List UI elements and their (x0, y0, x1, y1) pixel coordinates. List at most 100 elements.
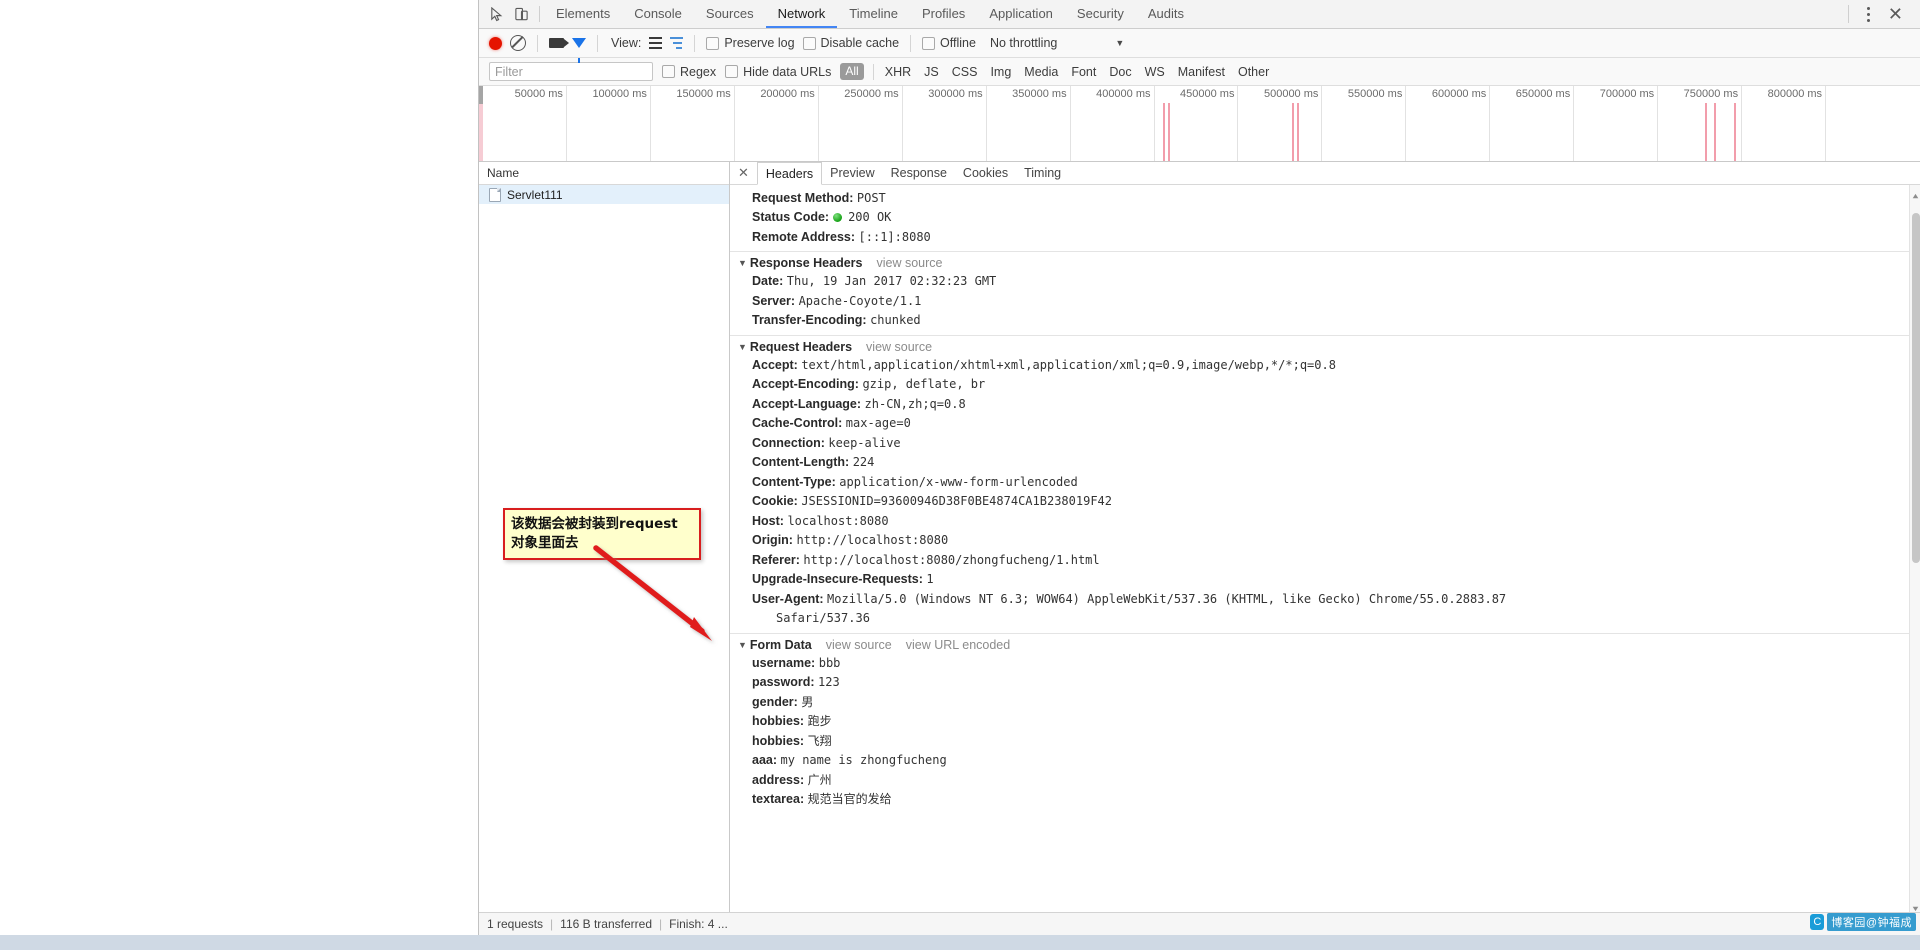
headers-scroll-area[interactable]: Request URL: http://localhost:8080/zhong… (730, 185, 1920, 912)
throttling-select[interactable]: No throttling ▼ (984, 36, 1124, 50)
preserve-log-checkbox[interactable]: Preserve log (706, 36, 795, 50)
form-field-address: address: 广州 (730, 771, 1920, 791)
requests-column-header[interactable]: Name (479, 162, 729, 185)
timeline-tick: 750000 ms (1658, 86, 1743, 161)
request-headers-section-header[interactable]: ▼ Request Headers view source (730, 334, 1920, 356)
scroll-up-arrow-icon[interactable] (1912, 189, 1919, 199)
field-name: textarea: (752, 792, 805, 806)
scroll-down-arrow-icon[interactable] (1912, 901, 1919, 912)
offline-checkbox[interactable]: Offline (922, 36, 976, 50)
inspect-element-icon[interactable] (489, 6, 504, 22)
view-source-link[interactable]: view source (876, 256, 942, 270)
view-source-link[interactable]: view source (826, 638, 892, 652)
tabbar-right-controls: ✕ (1840, 0, 1920, 28)
view-url-encoded-link[interactable]: view URL encoded (906, 638, 1010, 652)
headers-content[interactable]: Request URL: http://localhost:8080/zhong… (730, 185, 1920, 912)
close-details-icon[interactable]: ✕ (730, 162, 757, 184)
annotation-callout: 该数据会被封装到request 对象里面去 (503, 508, 701, 560)
field-value: 200 OK (848, 210, 892, 224)
type-filter-font[interactable]: Font (1069, 65, 1098, 79)
field-name: Date: (752, 274, 784, 288)
tab-timing[interactable]: Timing (1016, 162, 1069, 184)
request-header-accept: Accept: text/html,application/xhtml+xml,… (730, 356, 1920, 376)
tab-audits[interactable]: Audits (1136, 0, 1196, 28)
timeline-tick: 600000 ms (1406, 86, 1491, 161)
close-icon[interactable]: ✕ (1880, 5, 1911, 23)
tab-timeline[interactable]: Timeline (837, 0, 910, 28)
type-filter-all[interactable]: All (840, 63, 864, 80)
field-value: http://localhost:8080/zhongfucheng/1.htm… (803, 552, 1100, 567)
tab-headers[interactable]: Headers (756, 162, 823, 185)
request-header-user-agent: User-Agent: Mozilla/5.0 (Windows NT 6.3;… (730, 590, 1920, 610)
request-name: Servlet111 (507, 187, 563, 202)
tab-response[interactable]: Response (883, 162, 955, 184)
clear-icon[interactable] (510, 35, 526, 51)
type-filter-css[interactable]: CSS (950, 65, 980, 79)
general-request-method: Request Method: POST (730, 189, 1920, 209)
list-view-icon[interactable] (649, 36, 663, 50)
scrollbar-thumb[interactable] (1911, 213, 1920, 563)
timeline-ruler: 50000 ms 100000 ms 150000 ms 200000 ms 25000… (479, 86, 1920, 161)
chevron-down-icon: ▼ (1115, 38, 1125, 48)
tab-preview[interactable]: Preview (822, 162, 882, 184)
filter-icon[interactable] (572, 38, 586, 63)
tab-elements[interactable]: Elements (544, 0, 622, 28)
tab-label: Console (634, 5, 682, 21)
regex-checkbox[interactable]: Regex (662, 65, 716, 79)
network-overview-timeline[interactable]: 50000 ms 100000 ms 150000 ms 200000 ms 25000… (479, 86, 1920, 162)
view-label: View: (611, 36, 642, 50)
hide-data-urls-label: Hide data URLs (743, 64, 832, 79)
view-source-link[interactable]: view source (866, 340, 932, 354)
form-data-section-header[interactable]: ▼ Form Data view source view URL encoded (730, 632, 1920, 654)
tab-profiles[interactable]: Profiles (910, 0, 977, 28)
disable-cache-checkbox[interactable]: Disable cache (802, 36, 899, 50)
type-filter-js[interactable]: JS (922, 65, 941, 79)
field-name: Status Code: (752, 210, 830, 224)
field-value: http://localhost:8080 (796, 533, 949, 547)
field-value: my name is zhongfucheng (780, 753, 947, 767)
timeline-tick: 800000 ms (1742, 86, 1827, 161)
more-options-icon[interactable] (1859, 3, 1878, 26)
type-filter-xhr[interactable]: XHR (883, 65, 913, 79)
request-header-referer: Referer: http://localhost:8080/zhongfuch… (730, 551, 1920, 571)
tab-cookies[interactable]: Cookies (955, 162, 1016, 184)
field-value: 224 (852, 455, 875, 469)
tab-security[interactable]: Security (1065, 0, 1136, 28)
filter-input[interactable]: Filter (489, 62, 653, 81)
tab-label: Elements (556, 5, 611, 21)
field-value: Thu, 19 Jan 2017 02:32:23 GMT (786, 274, 997, 288)
details-scrollbar[interactable] (1909, 185, 1920, 912)
record-icon[interactable] (489, 36, 502, 50)
checkbox-box (922, 36, 936, 50)
toggle-device-toolbar-icon[interactable] (514, 7, 529, 22)
filter-placeholder: Filter (495, 64, 523, 79)
overview-left-resizer[interactable] (479, 86, 483, 104)
hide-data-urls-checkbox[interactable]: Hide data URLs (725, 65, 831, 79)
field-name: Transfer-Encoding: (752, 313, 867, 327)
table-row[interactable]: Servlet111 (479, 185, 729, 204)
response-headers-section-header[interactable]: ▼ Response Headers view source (730, 251, 1920, 272)
type-filter-media[interactable]: Media (1022, 65, 1060, 79)
status-finish: Finish: 4 ... (669, 917, 728, 931)
tab-network[interactable]: Network (765, 0, 838, 28)
tab-application[interactable]: Application (977, 0, 1065, 28)
status-ok-icon (832, 213, 842, 222)
type-filter-ws[interactable]: WS (1143, 65, 1167, 79)
field-name: Referer: (752, 552, 800, 567)
field-name: hobbies: (752, 733, 805, 748)
tab-console[interactable]: Console (622, 0, 694, 28)
field-name: Remote Address: (752, 229, 856, 244)
type-filter-other[interactable]: Other (1236, 65, 1271, 79)
field-name: Host: (752, 513, 784, 528)
waterfall-view-icon[interactable] (670, 36, 684, 50)
request-header-content-length: Content-Length: 224 (730, 453, 1920, 473)
type-filter-manifest[interactable]: Manifest (1176, 65, 1227, 79)
type-filter-img[interactable]: Img (988, 65, 1013, 79)
field-value: 规范当官的发给 (807, 792, 892, 806)
devtools-tool-icons (479, 0, 535, 28)
capture-screenshots-icon[interactable] (549, 38, 569, 48)
type-filter-doc[interactable]: Doc (1107, 65, 1133, 79)
tab-label: Application (989, 5, 1053, 21)
tab-sources[interactable]: Sources (694, 0, 766, 28)
timeline-tick: 100000 ms (567, 86, 651, 161)
